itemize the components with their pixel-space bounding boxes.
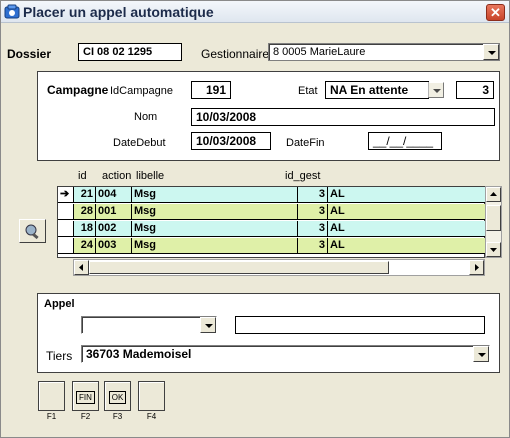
campagne-label: Campagne bbox=[47, 83, 109, 97]
cell-libelle: Msg bbox=[132, 238, 298, 254]
cell-extra: AL bbox=[328, 238, 486, 254]
cell-libelle: Msg bbox=[132, 221, 298, 237]
row-selector bbox=[58, 221, 74, 237]
cell-extra: AL bbox=[328, 187, 486, 203]
nom-label: Nom bbox=[134, 111, 158, 123]
appel-select[interactable] bbox=[81, 316, 217, 334]
cell-id: 24 bbox=[74, 238, 96, 254]
window-title: Placer un appel automatique bbox=[23, 4, 214, 20]
ok-button[interactable]: OK bbox=[104, 381, 131, 411]
datedebut-label: DateDebut bbox=[113, 137, 166, 149]
cell-id_gest: 3 bbox=[298, 187, 328, 203]
gestionnaire-label: Gestionnaire bbox=[201, 47, 270, 61]
dossier-field[interactable]: CI 08 02 1295 bbox=[78, 43, 182, 61]
horizontal-scroll-thumb[interactable] bbox=[89, 261, 389, 274]
grid-header-action: action bbox=[102, 170, 132, 182]
f1-key-label: F1 bbox=[46, 412, 57, 421]
f1-button[interactable] bbox=[38, 381, 65, 411]
grid-header-id: id bbox=[78, 170, 87, 182]
cell-id_gest: 3 bbox=[298, 221, 328, 237]
cell-extra: AL bbox=[328, 204, 486, 220]
fin-button-label: FIN bbox=[76, 391, 95, 404]
etat-select[interactable]: NA En attente bbox=[325, 81, 429, 99]
f4-key-label: F4 bbox=[146, 412, 157, 421]
scroll-down-icon[interactable] bbox=[486, 242, 501, 257]
cell-id_gest: 3 bbox=[298, 204, 328, 220]
tiers-dropdown-arrow-icon[interactable] bbox=[473, 346, 489, 362]
ok-button-label: OK bbox=[108, 391, 127, 404]
grid-header-id_gest: id_gest bbox=[285, 170, 321, 182]
scroll-left-icon[interactable] bbox=[74, 260, 89, 275]
table-row[interactable]: ➔ 21 004 Msg 3 AL bbox=[58, 187, 486, 203]
idcampagne-field[interactable]: 191 bbox=[191, 81, 231, 99]
tiers-select[interactable]: 36703 Mademoisel bbox=[81, 345, 490, 363]
f4-button[interactable] bbox=[138, 381, 165, 411]
table-row[interactable]: 18 002 Msg 3 AL bbox=[58, 221, 486, 237]
etat-label: Etat bbox=[298, 85, 318, 97]
dossier-label: Dossier bbox=[7, 47, 52, 61]
cell-id: 21 bbox=[74, 187, 96, 203]
phone-icon bbox=[4, 4, 20, 19]
table-row[interactable]: 28 001 Msg 3 AL bbox=[58, 204, 486, 220]
current-row-arrow-icon: ➔ bbox=[58, 187, 74, 203]
idcampagne-label: IdCampagne bbox=[110, 85, 173, 97]
scroll-right-icon[interactable] bbox=[469, 260, 484, 275]
appel-dropdown-arrow-icon[interactable] bbox=[200, 317, 216, 333]
scroll-thumb[interactable] bbox=[486, 205, 501, 231]
cell-libelle: Msg bbox=[132, 187, 298, 203]
fin-button[interactable]: FIN bbox=[72, 381, 99, 411]
cell-libelle: Msg bbox=[132, 204, 298, 220]
gestionnaire-select[interactable]: 8 0005 MarieLaure bbox=[268, 43, 500, 61]
cell-action: 003 bbox=[96, 238, 132, 254]
dialog-window: Placer un appel automatique ✕ Dossier CI… bbox=[0, 0, 510, 438]
appel-text-field[interactable] bbox=[235, 316, 485, 334]
cell-id: 28 bbox=[74, 204, 96, 220]
gestionnaire-dropdown-arrow-icon[interactable] bbox=[483, 44, 499, 60]
f3-key-label: F3 bbox=[112, 412, 123, 421]
table-row[interactable]: 24 003 Msg 3 AL bbox=[58, 238, 486, 254]
cell-action: 004 bbox=[96, 187, 132, 203]
f2-key-label: F2 bbox=[80, 412, 91, 421]
cell-action: 001 bbox=[96, 204, 132, 220]
row-selector bbox=[58, 204, 74, 220]
etat-count-field[interactable]: 3 bbox=[456, 81, 494, 99]
datefin-label: DateFin bbox=[286, 137, 325, 149]
grid-body[interactable]: ➔ 21 004 Msg 3 AL 28 001 Msg 3 AL 18 002 Msg 3 AL 24 003 M… bbox=[57, 186, 486, 258]
cell-id_gest: 3 bbox=[298, 238, 328, 254]
row-selector bbox=[58, 238, 74, 254]
grid-header-libelle: libelle bbox=[136, 170, 165, 182]
title-bar[interactable]: Placer un appel automatique ✕ bbox=[1, 1, 509, 23]
scroll-up-icon[interactable] bbox=[486, 187, 501, 202]
appel-label: Appel bbox=[44, 298, 75, 310]
nom-field[interactable]: 10/03/2008 bbox=[191, 108, 495, 126]
tiers-label: Tiers bbox=[46, 349, 73, 363]
etat-dropdown-arrow-icon[interactable] bbox=[428, 82, 444, 98]
cell-action: 002 bbox=[96, 221, 132, 237]
cell-extra: AL bbox=[328, 221, 486, 237]
datedebut-field[interactable]: 10/03/2008 bbox=[191, 132, 271, 150]
close-button[interactable]: ✕ bbox=[486, 4, 505, 21]
lookup-button[interactable] bbox=[19, 219, 46, 243]
lookup-icon bbox=[25, 224, 39, 240]
datefin-field[interactable]: __/__/____ bbox=[368, 132, 442, 150]
cell-id: 18 bbox=[74, 221, 96, 237]
